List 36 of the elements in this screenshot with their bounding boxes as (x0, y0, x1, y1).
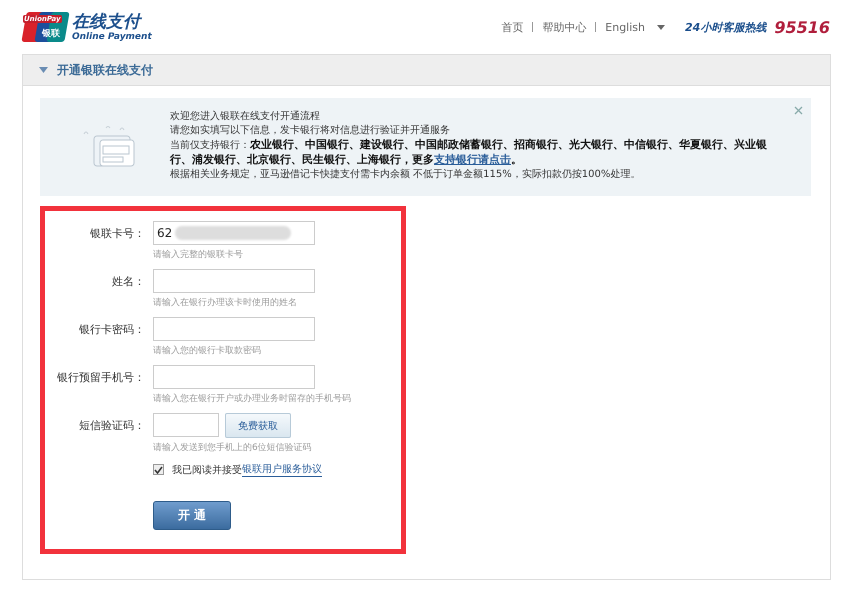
field-hint: 请输入您在银行开户或办理业务时留存的手机号码 (153, 392, 351, 405)
field-label: 短信验证码： (78, 418, 145, 433)
notice-text: 欢迎您进入银联在线支付开通流程 (170, 110, 321, 124)
get-code-button[interactable]: 免费获取 (225, 413, 291, 438)
logo-subtitle: Online Payment (72, 32, 152, 42)
notice-text: 当前仅支持银行：农业银行、中国银行、建设银行、中国邮政储蓄银行、招商银行、光大银行、中信银行、华夏银行、兴业银行、浦发银行、北京银行、民生银行、上海银行，更多支持银行请点击。 (170, 138, 768, 168)
nav-link[interactable]: English (605, 20, 646, 34)
field-label: 银联卡号： (89, 226, 145, 241)
caret-icon[interactable] (657, 24, 666, 30)
supported-banks-link[interactable]: 支持银行请点击 (434, 153, 511, 166)
notice-text: 请您如实填写以下信息，发卡银行将对信息进行验证并开通服务 (170, 124, 451, 138)
field-label: 银行卡密码： (78, 322, 145, 337)
field-hint: 请输入完整的银联卡号 (153, 248, 244, 261)
input-field[interactable] (153, 365, 315, 389)
field-hint: 请输入您的银行卡取款密码 (153, 344, 262, 357)
agreement-link[interactable]: 银联用户服务协议 (242, 462, 322, 477)
input-field[interactable]: 62 (153, 221, 315, 245)
agreement-text: 我已阅读并接受 (172, 464, 242, 476)
nav-link[interactable]: 首页 (501, 20, 524, 34)
checkbox[interactable] (153, 464, 164, 475)
input-field[interactable] (153, 413, 219, 437)
submit-button[interactable]: 开 通 (153, 501, 231, 530)
input-field[interactable] (153, 317, 315, 341)
close-icon[interactable] (794, 106, 803, 115)
nav-link[interactable]: 帮助中心 (542, 20, 586, 34)
logo-title: 在线支付 (72, 12, 152, 32)
hotline-label: 24小时客服热线 (685, 20, 766, 34)
hotline-number: 95516 (774, 18, 830, 36)
field-label: 银行预留手机号： (56, 370, 145, 385)
panel-title: 开通银联在线支付 (57, 62, 153, 78)
notice-text: 根据相关业务规定，亚马逊借记卡快捷支付需卡内余额 不低于订单金额115%，实际扣款仍按100%处理。 (170, 168, 642, 182)
field-label: 姓名： (111, 274, 145, 289)
field-hint: 请输入在银行办理该卡时使用的姓名 (153, 296, 298, 309)
field-hint: 请输入发送到您手机上的6位短信验证码 (153, 442, 312, 454)
input-field[interactable] (153, 269, 315, 293)
collapse-icon[interactable] (39, 67, 48, 73)
